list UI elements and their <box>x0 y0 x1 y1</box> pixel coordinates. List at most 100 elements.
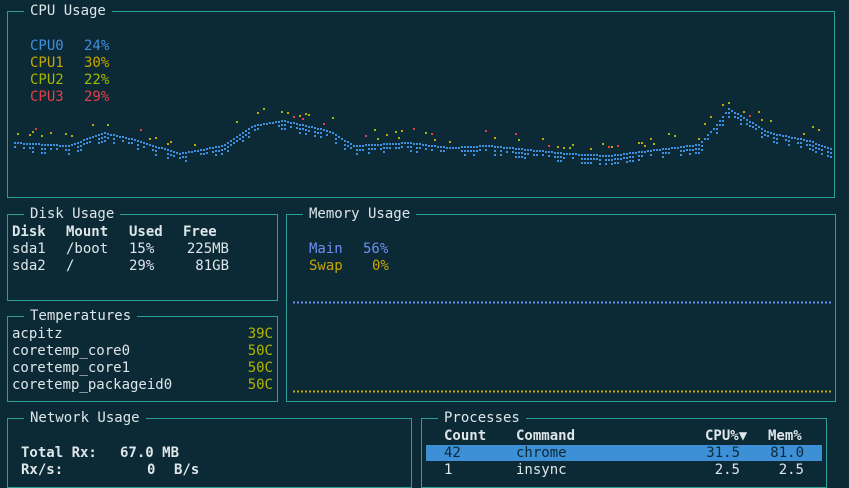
cpu-graph-dot <box>302 124 304 126</box>
cpu-graph-dot <box>515 133 517 135</box>
processes-header-cpu[interactable]: CPU%▼ <box>705 428 747 445</box>
process-mem: 81.0 <box>770 445 804 461</box>
cpu-graph-dot <box>80 149 82 151</box>
cpu-graph-dot <box>194 150 196 152</box>
cpu-graph-dot <box>107 133 109 135</box>
cpu-graph-dot <box>464 154 466 156</box>
cpu-graph-dot <box>230 140 232 142</box>
cpu-graph-dot <box>35 143 37 145</box>
cpu-graph-dot <box>590 148 592 150</box>
cpu-graph-dot <box>668 152 670 154</box>
processes-panel: Processes Count Command CPU%▼ Mem% 42 ch… <box>421 410 827 488</box>
cpu-graph-dot <box>605 163 607 165</box>
cpu-graph-dot <box>764 134 766 136</box>
cpu-graph-dot <box>515 156 517 158</box>
process-count: 1 <box>444 462 453 478</box>
cpu-graph-dot <box>227 142 229 144</box>
cpu-graph-dot <box>431 145 433 147</box>
cpu-graph-dot <box>380 148 382 150</box>
cpu-graph-dot <box>50 148 52 150</box>
cpu-graph-dot <box>62 145 64 147</box>
cpu-graph-dot <box>467 146 469 148</box>
process-row[interactable]: 1 insync 2.5 2.5 <box>426 462 822 478</box>
cpu-graph-dot <box>494 150 496 152</box>
process-row-selected[interactable]: 42 chrome 31.5 81.0 <box>426 445 822 461</box>
cpu-graph-dot <box>410 142 412 144</box>
cpu-graph-dot <box>668 133 670 135</box>
cpu-graph-dot <box>344 148 346 150</box>
cpu-graph-dot <box>416 151 418 153</box>
cpu-graph-dot <box>608 155 610 157</box>
cpu-graph-dot <box>422 144 424 146</box>
cpu-graph-dot <box>755 124 757 126</box>
cpu-graph-dot <box>26 143 28 145</box>
cpu-graph-dot <box>554 152 556 154</box>
cpu-graph-dot <box>581 154 583 156</box>
cpu-graph-dot <box>392 143 394 145</box>
cpu-graph-dot <box>830 148 832 150</box>
cpu-graph-dot <box>641 155 643 157</box>
cpu-graph-dot <box>722 124 724 126</box>
cpu-graph-dot <box>299 115 301 117</box>
cpu-graph-dot <box>605 155 607 157</box>
cpu-graph-dot <box>236 121 238 123</box>
cpu-graph-dot <box>812 141 814 143</box>
cpu-graph-dot <box>722 116 724 118</box>
cpu-graph-dot <box>608 159 610 161</box>
cpu-graph-dot <box>404 142 406 144</box>
cpu-graph-dot <box>626 157 628 159</box>
cpu-graph-dot <box>815 143 817 145</box>
cpu-graph-dot <box>698 148 700 150</box>
cpu-graph-dot <box>257 112 259 114</box>
cpu-graph-dot <box>173 151 175 153</box>
cpu-graph-dot <box>590 162 592 164</box>
cpu-graph-dot <box>281 128 283 130</box>
cpu-graph-dot <box>131 142 133 144</box>
cpu-graph-dot <box>410 150 412 152</box>
cpu-graph-dot <box>167 157 169 159</box>
cpu-graph-dot <box>167 149 169 151</box>
cpu-graph-dot <box>203 149 205 151</box>
cpu-graph-dot <box>383 147 385 149</box>
cpu-graph-dot <box>95 135 97 137</box>
cpu-graph-dot <box>257 124 259 126</box>
processes-header-command[interactable]: Command <box>516 428 575 445</box>
cpu-graph-dot <box>512 147 514 149</box>
cpu-graph-dot <box>680 146 682 148</box>
cpu-graph-dot <box>305 133 307 135</box>
cpu-graph-dot <box>14 146 16 148</box>
cpu-graph-dot <box>494 146 496 148</box>
cpu-graph-dot <box>788 140 790 142</box>
cpu-graph-dot <box>530 149 532 151</box>
processes-header-count[interactable]: Count <box>444 428 486 445</box>
cpu-graph-dot <box>509 147 511 149</box>
cpu-braille-graph <box>14 102 832 165</box>
cpu-graph-dot <box>389 143 391 145</box>
cpu-graph-dot <box>617 145 619 147</box>
cpu-graph-dot <box>629 160 631 162</box>
cpu-graph-dot <box>785 139 787 141</box>
cpu-graph-dot <box>521 148 523 150</box>
cpu-graph-dot <box>194 144 196 146</box>
cpu-graph-dot <box>614 154 616 156</box>
cpu-graph-dot <box>413 143 415 145</box>
cpu-graph-dot <box>503 147 505 149</box>
cpu-graph-dot <box>806 140 808 142</box>
cpu-graph-dot <box>278 125 280 127</box>
cpu-graph-dot <box>284 120 286 122</box>
cpu-graph-dot <box>494 137 496 139</box>
cpu-graph-dot <box>239 134 241 136</box>
cpu-graph-dot <box>431 133 433 135</box>
processes-header-mem[interactable]: Mem% <box>768 428 802 445</box>
disk-panel-title: Disk Usage <box>24 206 121 223</box>
cpu-graph-dot <box>494 154 496 156</box>
cpu-graph-dot <box>77 146 79 148</box>
cpu-graph-dot <box>68 149 70 151</box>
cpu-graph-dot <box>704 123 706 125</box>
cpu-graph-dot <box>767 131 769 133</box>
cpu-graph-dot <box>410 146 412 148</box>
cpu-graph-dot <box>323 129 325 131</box>
cpu-graph-dot <box>668 148 670 150</box>
cpu-graph-dot <box>230 144 232 146</box>
cpu-graph-dot <box>320 132 322 134</box>
